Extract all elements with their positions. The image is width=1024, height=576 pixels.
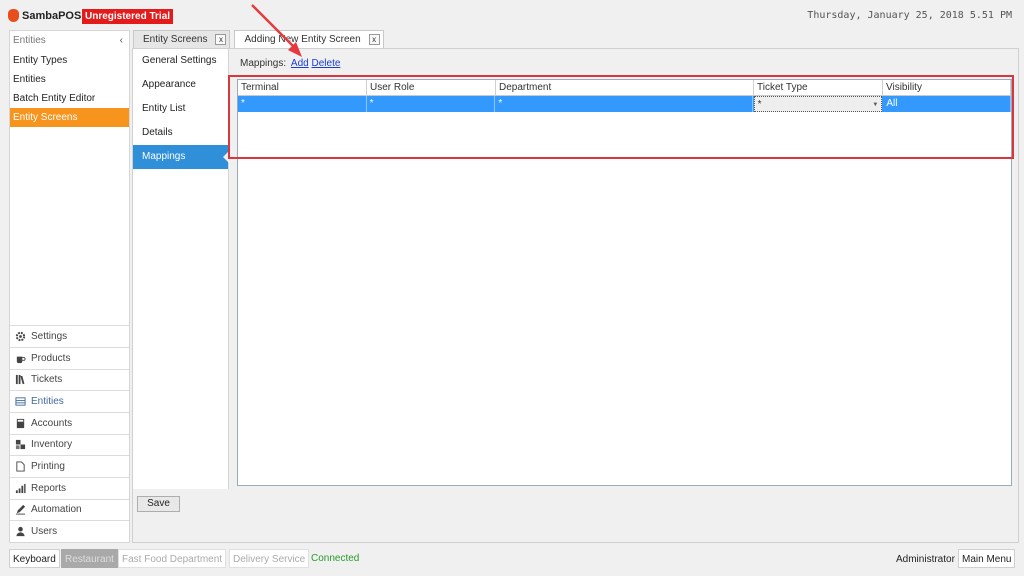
nav-sections: Settings Products Tickets Entities Accou… (10, 325, 129, 542)
close-icon[interactable]: x (215, 34, 227, 45)
keyboard-button[interactable]: Keyboard (9, 549, 60, 568)
table-icon (15, 397, 26, 406)
sidebar-title: Entities (13, 35, 46, 46)
nav-section-inventory[interactable]: Inventory (10, 433, 129, 456)
tab-label: Adding New Entity Screen (244, 34, 361, 45)
pen-icon (15, 505, 26, 516)
nav-section-label: Reports (31, 482, 67, 494)
editor-panel: General Settings Appearance Entity List … (132, 48, 1019, 543)
settings-nav: General Settings Appearance Entity List … (133, 49, 229, 489)
bar-chart-icon (15, 483, 26, 493)
sidebar: Entities ‹ Entity Types Entities Batch E… (9, 30, 130, 543)
app-logo: SambaPOS (8, 9, 81, 22)
settings-nav-general-settings[interactable]: General Settings (133, 49, 228, 73)
department-delivery-button[interactable]: Delivery Service (229, 549, 310, 568)
mappings-grid[interactable]: Terminal User Role Department Ticket Typ… (237, 79, 1012, 486)
nav-section-products[interactable]: Products (10, 346, 129, 369)
sidebar-item-batch-entity-editor[interactable]: Batch Entity Editor (10, 89, 129, 108)
document-icon (16, 461, 25, 472)
cell-user-role[interactable]: * (367, 96, 496, 112)
column-header-terminal[interactable]: Terminal (238, 80, 367, 96)
column-header-visibility[interactable]: Visibility (883, 80, 1011, 96)
calculator-icon (16, 418, 25, 428)
nav-section-tickets[interactable]: Tickets (10, 368, 129, 391)
coffee-icon (16, 356, 26, 363)
cell-department[interactable]: * (495, 96, 753, 112)
nav-section-label: Settings (31, 330, 68, 342)
column-header-department[interactable]: Department (496, 80, 754, 96)
datetime-display: Thursday, January 25, 2018 5.51 PM (807, 10, 1012, 21)
collapse-icon[interactable]: ‹ (120, 35, 126, 47)
title-bar: SambaPOS Unregistered Trial Thursday, Ja… (0, 0, 1024, 30)
books-icon (15, 375, 25, 385)
column-header-user-role[interactable]: User Role (367, 80, 496, 96)
nav-section-label: Accounts (31, 417, 73, 429)
tab-label: Entity Screens (143, 34, 208, 45)
sidebar-item-entity-types[interactable]: Entity Types (10, 51, 129, 70)
settings-nav-mappings[interactable]: Mappings (133, 145, 229, 169)
cell-visibility[interactable]: All (883, 96, 1011, 112)
settings-nav-entity-list[interactable]: Entity List (133, 97, 228, 121)
status-bar: Keyboard Restaurant Fast Food Department… (0, 546, 1024, 570)
grid-header: Terminal User Role Department Ticket Typ… (238, 80, 1011, 96)
nav-section-printing[interactable]: Printing (10, 455, 129, 477)
nav-section-label: Users (31, 526, 58, 538)
nav-section-label: Inventory (31, 439, 73, 451)
nav-section-label: Entities (31, 396, 64, 408)
sambapos-logo-icon (8, 9, 19, 22)
nav-section-accounts[interactable]: Accounts (10, 411, 129, 434)
delete-mapping-link[interactable]: Delete (312, 58, 341, 69)
nav-section-reports[interactable]: Reports (10, 476, 129, 499)
trial-badge: Unregistered Trial (82, 9, 174, 24)
nav-section-label: Tickets (31, 374, 63, 386)
table-row[interactable]: * * * * ▼ All (238, 96, 1011, 112)
current-user: Administrator (896, 554, 955, 565)
gear-icon (15, 331, 26, 342)
sidebar-item-entities[interactable]: Entities (10, 70, 129, 89)
tab-adding-new-entity-screen[interactable]: Adding New Entity Screen x (234, 30, 384, 48)
sidebar-item-entity-screens[interactable]: Entity Screens (10, 108, 129, 127)
nav-section-label: Automation (31, 504, 82, 516)
department-fast-food-button[interactable]: Fast Food Department (118, 549, 227, 568)
document-tabs: Entity Screens x Adding New Entity Scree… (133, 30, 388, 48)
ticket-type-dropdown[interactable]: * ▼ (753, 96, 883, 112)
close-icon[interactable]: x (368, 34, 380, 45)
add-mapping-link[interactable]: Add (291, 58, 309, 69)
settings-nav-appearance[interactable]: Appearance (133, 73, 228, 97)
nav-section-automation[interactable]: Automation (10, 498, 129, 521)
user-icon (16, 527, 25, 537)
dropdown-value: * (757, 99, 762, 110)
settings-nav-details[interactable]: Details (133, 121, 228, 145)
nav-section-entities[interactable]: Entities (10, 390, 129, 412)
main-menu-button[interactable]: Main Menu (958, 549, 1016, 568)
mappings-toolbar: Mappings: Add Delete (240, 58, 340, 69)
department-restaurant-button[interactable]: Restaurant (61, 549, 118, 568)
mappings-label: Mappings: (240, 58, 287, 69)
app-name: SambaPOS (22, 9, 82, 22)
nav-section-label: Products (31, 352, 71, 364)
nav-section-label: Printing (31, 461, 65, 473)
sidebar-header: Entities ‹ (10, 31, 129, 51)
nav-section-users[interactable]: Users (10, 520, 129, 542)
cell-terminal[interactable]: * (238, 96, 367, 112)
save-button[interactable]: Save (137, 496, 180, 512)
column-header-ticket-type[interactable]: Ticket Type (754, 80, 883, 96)
chevron-down-icon: ▼ (872, 102, 879, 108)
boxes-icon (15, 440, 26, 450)
tab-entity-screens[interactable]: Entity Screens x (133, 30, 231, 48)
connection-status: Connected (311, 553, 360, 564)
nav-section-settings[interactable]: Settings (10, 325, 129, 347)
